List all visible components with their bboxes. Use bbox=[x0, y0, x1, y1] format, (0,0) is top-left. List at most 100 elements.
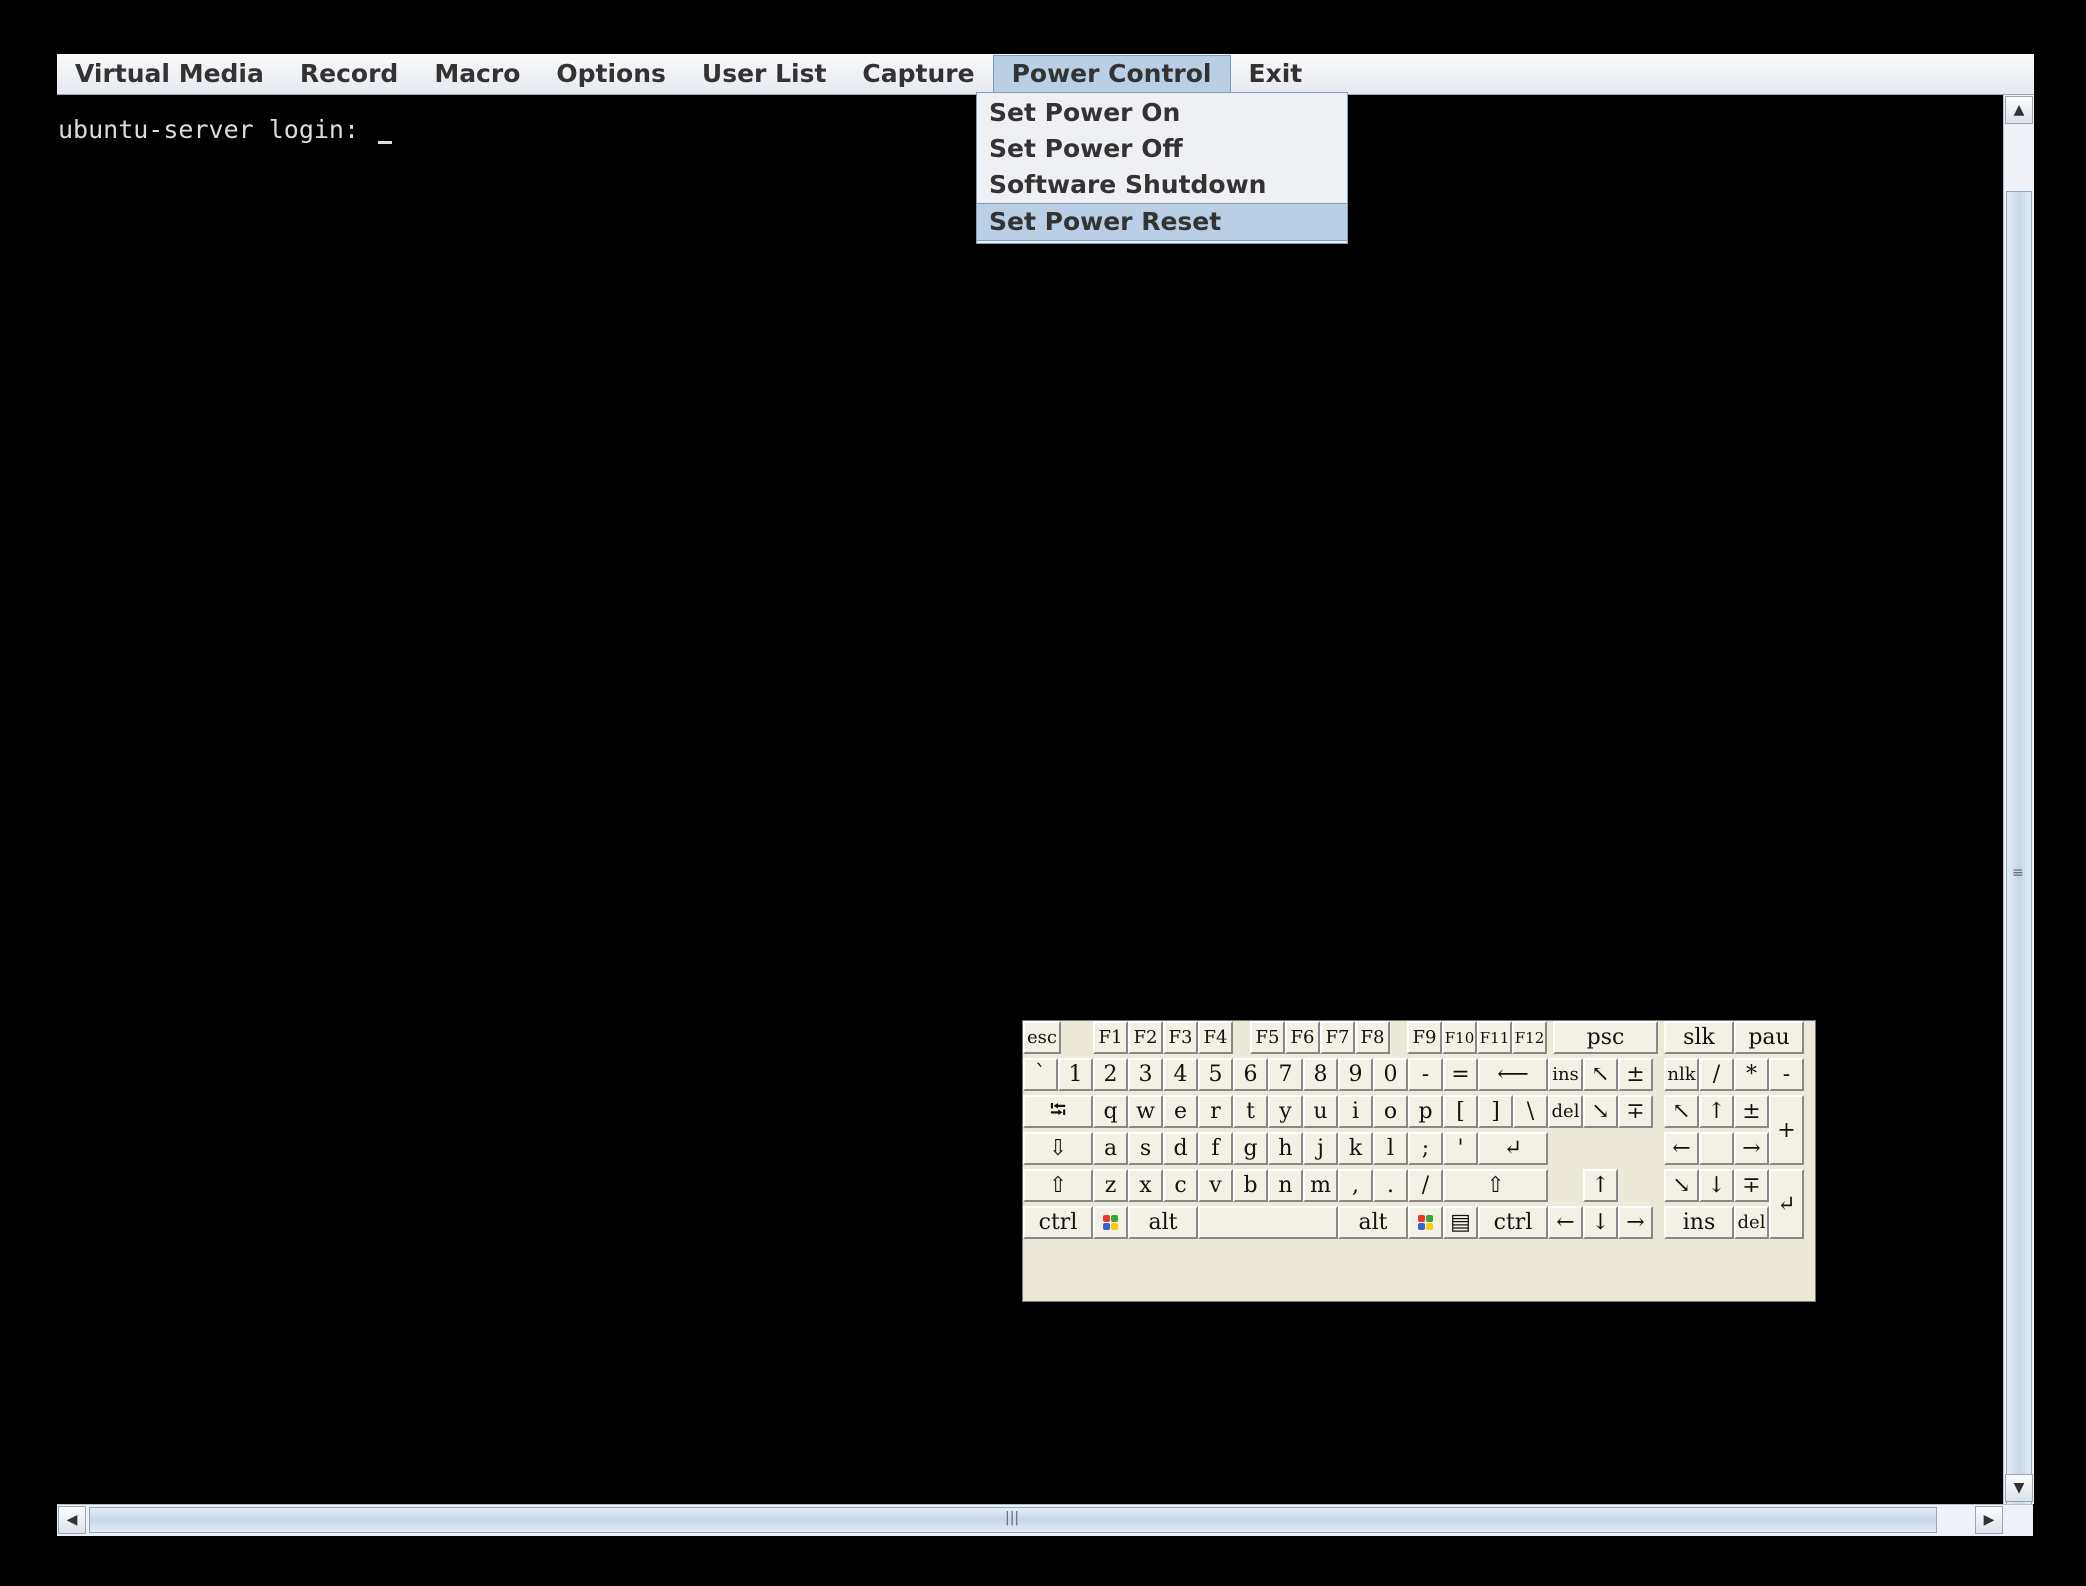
key-f6[interactable]: F6 bbox=[1285, 1021, 1320, 1054]
scroll-down-icon[interactable]: ▼ bbox=[2005, 1474, 2033, 1502]
key-r2-6[interactable]: 6 bbox=[1233, 1058, 1268, 1091]
key-r2-1[interactable]: 1 bbox=[1058, 1058, 1093, 1091]
key-arrow-up[interactable]: ↑ bbox=[1583, 1169, 1618, 1202]
key-num-0[interactable]: ins bbox=[1664, 1206, 1734, 1239]
key-r4-5[interactable]: g bbox=[1233, 1132, 1268, 1165]
menu-exit[interactable]: Exit bbox=[1231, 55, 1321, 93]
key-f4[interactable]: F4 bbox=[1198, 1021, 1233, 1054]
key-r3-6[interactable]: y bbox=[1268, 1095, 1303, 1128]
key-r2-9[interactable]: 9 bbox=[1338, 1058, 1373, 1091]
key-num-5[interactable] bbox=[1699, 1132, 1734, 1165]
key-r5-8[interactable]: , bbox=[1338, 1169, 1373, 1202]
key-num-minus[interactable]: - bbox=[1769, 1058, 1804, 1091]
key-backspace[interactable]: ⟵ bbox=[1478, 1058, 1548, 1091]
key-f11[interactable]: F11 bbox=[1477, 1021, 1512, 1054]
key-r2-11[interactable]: - bbox=[1408, 1058, 1443, 1091]
key-page-down[interactable]: ∓ bbox=[1618, 1095, 1653, 1128]
vertical-scroll-thumb[interactable] bbox=[2006, 191, 2032, 1506]
key-left-shift[interactable]: ⇧ bbox=[1023, 1169, 1093, 1202]
key-arrow-right[interactable]: → bbox=[1618, 1206, 1653, 1239]
key-f2[interactable]: F2 bbox=[1128, 1021, 1163, 1054]
key-num-multiply[interactable]: * bbox=[1734, 1058, 1769, 1091]
key-num-6[interactable]: → bbox=[1734, 1132, 1769, 1165]
key-num-9[interactable]: ± bbox=[1734, 1095, 1769, 1128]
key-f8[interactable]: F8 bbox=[1355, 1021, 1390, 1054]
menu-options[interactable]: Options bbox=[538, 55, 684, 93]
key-r3-11[interactable]: [ bbox=[1443, 1095, 1478, 1128]
key-r4-7[interactable]: j bbox=[1303, 1132, 1338, 1165]
key-r2-8[interactable]: 8 bbox=[1303, 1058, 1338, 1091]
key-r3-5[interactable]: t bbox=[1233, 1095, 1268, 1128]
windows-key-icon[interactable] bbox=[1093, 1206, 1128, 1239]
scroll-up-icon[interactable]: ▲ bbox=[2005, 96, 2033, 124]
key-r2-0[interactable]: ` bbox=[1023, 1058, 1058, 1091]
key-num-1[interactable]: ↘ bbox=[1664, 1169, 1699, 1202]
key-r3-3[interactable]: e bbox=[1163, 1095, 1198, 1128]
key-r2-12[interactable]: = bbox=[1443, 1058, 1478, 1091]
key-home[interactable]: ↖ bbox=[1583, 1058, 1618, 1091]
key-delete[interactable]: del bbox=[1548, 1095, 1583, 1128]
key-r5-10[interactable]: / bbox=[1408, 1169, 1443, 1202]
key-r5-5[interactable]: b bbox=[1233, 1169, 1268, 1202]
key-f10[interactable]: F10 bbox=[1442, 1021, 1477, 1054]
key-r2-10[interactable]: 0 bbox=[1373, 1058, 1408, 1091]
scroll-left-icon[interactable]: ◀ bbox=[58, 1506, 86, 1534]
key-f9[interactable]: F9 bbox=[1407, 1021, 1442, 1054]
key-tab[interactable]: ⭾ bbox=[1023, 1095, 1093, 1128]
key-end[interactable]: ↘ bbox=[1583, 1095, 1618, 1128]
set-power-off-item[interactable]: Set Power Off bbox=[977, 131, 1347, 167]
key-r3-9[interactable]: o bbox=[1373, 1095, 1408, 1128]
key-right-ctrl[interactable]: ctrl bbox=[1478, 1206, 1548, 1239]
key-r3-13[interactable]: \ bbox=[1513, 1095, 1548, 1128]
key-esc[interactable]: esc bbox=[1023, 1021, 1061, 1054]
horizontal-scrollbar[interactable]: ◀ ||| ▶ bbox=[57, 1504, 2033, 1536]
key-arrow-down[interactable]: ↓ bbox=[1583, 1206, 1618, 1239]
key-r2-3[interactable]: 3 bbox=[1128, 1058, 1163, 1091]
key-num-2[interactable]: ↓ bbox=[1699, 1169, 1734, 1202]
key-r4-3[interactable]: d bbox=[1163, 1132, 1198, 1165]
key-num-8[interactable]: ↑ bbox=[1699, 1095, 1734, 1128]
key-f5[interactable]: F5 bbox=[1250, 1021, 1285, 1054]
menu-capture[interactable]: Capture bbox=[844, 55, 992, 93]
key-r3-10[interactable]: p bbox=[1408, 1095, 1443, 1128]
key-menu[interactable]: ▤ bbox=[1443, 1206, 1478, 1239]
key-num-lock[interactable]: nlk bbox=[1664, 1058, 1699, 1091]
key-r4-2[interactable]: s bbox=[1128, 1132, 1163, 1165]
menu-record[interactable]: Record bbox=[282, 55, 416, 93]
key-num-4[interactable]: ← bbox=[1664, 1132, 1699, 1165]
key-num-3[interactable]: ∓ bbox=[1734, 1169, 1769, 1202]
set-power-reset-item[interactable]: Set Power Reset bbox=[977, 203, 1347, 241]
key-r2-7[interactable]: 7 bbox=[1268, 1058, 1303, 1091]
key-r3-4[interactable]: r bbox=[1198, 1095, 1233, 1128]
key-r3-8[interactable]: i bbox=[1338, 1095, 1373, 1128]
key-scroll-lock[interactable]: slk bbox=[1664, 1021, 1734, 1054]
key-f7[interactable]: F7 bbox=[1320, 1021, 1355, 1054]
key-r4-11[interactable]: ' bbox=[1443, 1132, 1478, 1165]
key-r5-1[interactable]: z bbox=[1093, 1169, 1128, 1202]
key-r5-4[interactable]: v bbox=[1198, 1169, 1233, 1202]
key-r4-1[interactable]: a bbox=[1093, 1132, 1128, 1165]
key-r4-4[interactable]: f bbox=[1198, 1132, 1233, 1165]
key-left-alt[interactable]: alt bbox=[1128, 1206, 1198, 1239]
key-r3-1[interactable]: q bbox=[1093, 1095, 1128, 1128]
key-r3-2[interactable]: w bbox=[1128, 1095, 1163, 1128]
vertical-scrollbar[interactable]: ▲ ≡ ▼ bbox=[2003, 95, 2034, 1506]
key-insert[interactable]: ins bbox=[1548, 1058, 1583, 1091]
key-r5-7[interactable]: m bbox=[1303, 1169, 1338, 1202]
key-right-shift[interactable]: ⇧ bbox=[1443, 1169, 1548, 1202]
key-r5-3[interactable]: c bbox=[1163, 1169, 1198, 1202]
key-r5-2[interactable]: x bbox=[1128, 1169, 1163, 1202]
key-f12[interactable]: F12 bbox=[1512, 1021, 1547, 1054]
menu-macro[interactable]: Macro bbox=[416, 55, 538, 93]
key-right-alt[interactable]: alt bbox=[1338, 1206, 1408, 1239]
key-r2-2[interactable]: 2 bbox=[1093, 1058, 1128, 1091]
key-num-enter[interactable]: ↵ bbox=[1769, 1169, 1804, 1239]
key-page-up[interactable]: ± bbox=[1618, 1058, 1653, 1091]
key-f3[interactable]: F3 bbox=[1163, 1021, 1198, 1054]
key-num-7[interactable]: ↖ bbox=[1664, 1095, 1699, 1128]
menu-virtual-media[interactable]: Virtual Media bbox=[57, 55, 282, 93]
software-shutdown-item[interactable]: Software Shutdown bbox=[977, 167, 1347, 203]
key-num-del[interactable]: del bbox=[1734, 1206, 1769, 1239]
key-num-plus[interactable]: + bbox=[1769, 1095, 1804, 1165]
set-power-on-item[interactable]: Set Power On bbox=[977, 95, 1347, 131]
